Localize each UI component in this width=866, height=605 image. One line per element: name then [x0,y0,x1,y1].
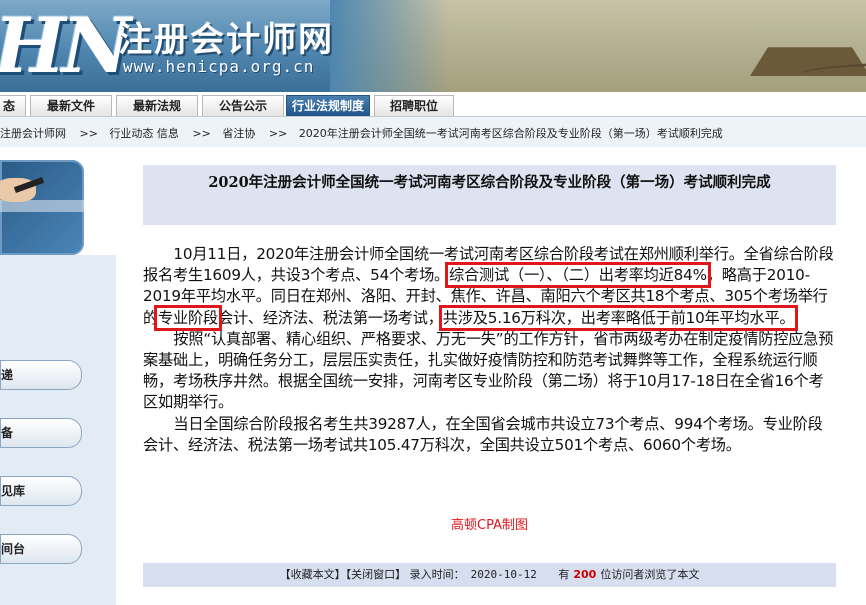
main-nav: 态 最新文件 最新法规 公告公示 行业法规制度 招聘职位 [0,92,866,117]
highlight-box-pass-rate: 综合测试（一）、（二）出考率均近84% [445,262,711,289]
breadcrumb-industry-link[interactable]: 行业动态 信息 [109,127,179,140]
sidebar-button-4[interactable]: 间台 [0,534,82,564]
article-body: 10月11日，2020年注册会计师全国统一考试河南考区综合阶段考试在郑州顺利举行… [143,244,836,456]
visitor-suffix: 位访问者浏览了本文 [600,568,700,581]
sidebar-button-1[interactable]: 递 [0,360,82,390]
article-area: 2020年注册会计师全国统一考试河南考区综合阶段及专业阶段（第一场）考试顺利完成… [116,147,866,605]
highlight-box-subject-count: 共涉及5.16万科次，出考率略低于前10年平均水平。 [438,304,799,331]
watermark-caption: 高顿CPA制图 [451,518,528,533]
entry-date: 2020-10-12 [470,568,537,581]
breadcrumb-home-link[interactable]: 注册会计师网 [0,127,66,140]
site-banner: HN 注册会计师网 www.henicpa.org.cn [0,0,866,92]
breadcrumb-province-link[interactable]: 省注协 [222,127,255,140]
tab-announcements[interactable]: 公告公示 [202,95,284,116]
sidebar-photo [0,160,84,255]
site-title: 注册会计师网 [118,20,334,60]
article-footer: 【收藏本文】【关闭窗口】 录入时间： 2020-10-12 有 200 位访问者浏览了… [143,563,836,587]
tab-industry-regulations[interactable]: 行业法规制度 [286,95,370,116]
site-logo[interactable]: HN [0,6,131,86]
paragraph-1-text-c: 会计、经济法、税法第一场考试， [217,308,443,327]
tab-latest-regulations[interactable]: 最新法规 [116,95,198,116]
paragraph-1: 10月11日，2020年注册会计师全国统一考试河南考区综合阶段考试在郑州顺利举行… [143,244,836,331]
sidebar: 递 备 见库 间台 [0,147,116,605]
close-window-link[interactable]: 【关闭窗口】 [346,568,407,581]
highlight-box-professional-stage: 专业阶段 [154,304,222,331]
tab-partial[interactable]: 态 [0,95,26,116]
bookmark-link[interactable]: 【收藏本文】 [280,568,346,581]
banner-painting [330,0,866,92]
article-title: 2020年注册会计师全国统一考试河南考区综合阶段及专业阶段（第一场）考试顺利完成 [208,174,771,191]
site-url: www.henicpa.org.cn [123,57,315,76]
sidebar-button-3[interactable]: 见库 [0,476,82,506]
paragraph-2: 按照“认真部署、精心组织、严格要求、万无一失”的工作方针，省市两级考办在制定疫情… [143,329,834,412]
breadcrumb-separator: >> [79,127,98,140]
tab-recruitment[interactable]: 招聘职位 [374,95,454,116]
visitor-prefix: 有 [558,568,570,581]
breadcrumb-separator: >> [268,127,288,140]
tab-latest-files[interactable]: 最新文件 [30,95,112,116]
breadcrumb-separator: >> [192,127,211,140]
breadcrumb-current: 2020年注册会计师全国统一考试河南考区综合阶段及专业阶段（第一场）考试顺利完成 [298,127,723,140]
breadcrumb-bar: 注册会计师网 >> 行业动态 信息 >> 省注协 >> 2020年注册会计师全国… [0,117,866,147]
breadcrumb: 注册会计师网 >> 行业动态 信息 >> 省注协 >> 2020年注册会计师全国… [0,125,727,141]
sidebar-button-2[interactable]: 备 [0,418,82,448]
article-header: 2020年注册会计师全国统一考试河南考区综合阶段及专业阶段（第一场）考试顺利完成 [143,165,836,225]
entry-time-label: 录入时间： [409,568,465,581]
sidebar-panel: 递 备 见库 间台 [0,255,116,605]
paragraph-3: 当日全国综合阶段报名考生共39287人，在全国省会城市共设立73个考点、994个… [143,414,823,454]
visitor-count: 200 [573,568,597,581]
